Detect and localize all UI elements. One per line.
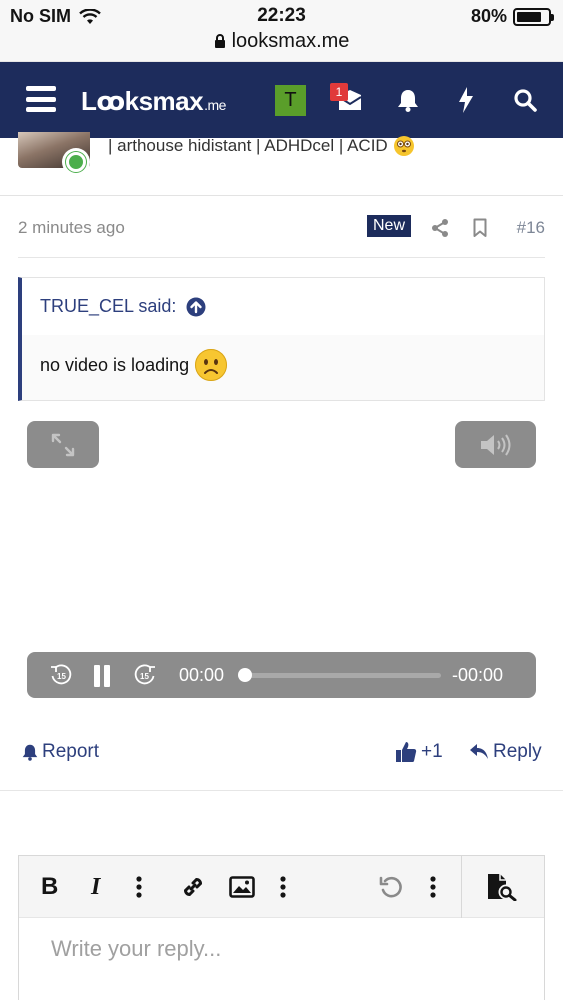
seek-handle[interactable] (238, 668, 252, 682)
sad-face-emoji-icon (195, 349, 228, 381)
url-text: looksmax.me (231, 30, 350, 52)
user-avatar[interactable]: T (275, 85, 306, 116)
volume-button[interactable] (455, 421, 536, 468)
thumbs-up-icon (396, 742, 417, 762)
toolbar-divider (461, 856, 462, 918)
search-icon[interactable] (508, 84, 542, 116)
quote-text: no video is loading (40, 354, 190, 375)
elapsed-time: 00:00 (179, 665, 225, 685)
image-icon[interactable] (229, 873, 255, 901)
more-options-icon[interactable] (136, 873, 142, 901)
battery-percent: 80% (470, 6, 507, 26)
lock-icon (214, 34, 225, 48)
preview-icon[interactable] (486, 873, 518, 901)
link-icon[interactable] (180, 873, 206, 901)
logo-suffix: .me (204, 97, 226, 113)
bold-button[interactable]: B (41, 873, 58, 901)
share-icon[interactable] (428, 216, 452, 240)
undo-icon[interactable] (379, 873, 403, 901)
bell-icon (22, 744, 38, 761)
svg-text:15: 15 (57, 672, 66, 681)
status-bar: No SIM 22:23 80% looksmax.me (0, 0, 563, 62)
post-meta: 2 minutes ago New #16 (18, 210, 545, 258)
quote-header[interactable]: TRUE_CEL said: (22, 278, 544, 335)
editor-toolbar: B I (19, 856, 544, 918)
post-number[interactable]: #16 (517, 218, 545, 238)
video-controls: 15 15 00:00 -00:00 (27, 652, 536, 698)
reply-button[interactable]: Reply (469, 741, 542, 763)
italic-button[interactable]: I (91, 873, 100, 901)
report-label: Report (42, 741, 100, 762)
menu-icon[interactable] (26, 86, 56, 112)
bell-icon[interactable] (391, 84, 425, 116)
more-options-icon[interactable] (280, 873, 286, 901)
quote-block: TRUE_CEL said: no video is loading (18, 277, 545, 401)
reply-editor: B I Write your reply... (18, 855, 545, 1000)
pause-icon (94, 665, 110, 687)
inbox-badge: 1 (330, 83, 348, 101)
pause-button[interactable] (93, 665, 111, 687)
bookmark-icon[interactable] (468, 216, 492, 240)
skip-forward-icon[interactable]: 15 (133, 663, 157, 687)
like-button[interactable]: +1 (395, 741, 443, 763)
address-bar[interactable]: looksmax.me (0, 30, 563, 53)
new-badge: New (367, 215, 412, 237)
remaining-time: -00:00 (452, 665, 504, 685)
bolt-icon[interactable] (449, 84, 483, 116)
logo-text: Lꝏksmax (81, 86, 204, 116)
battery-icon (513, 7, 554, 26)
flushed-emoji-icon (393, 136, 414, 156)
like-count: +1 (421, 741, 443, 762)
reply-arrow-icon (470, 744, 488, 759)
expand-icon (51, 433, 75, 456)
signature-text: | arthouse hidistant | ADHDcel | ACID (108, 136, 388, 155)
speaker-icon (480, 433, 510, 456)
quote-author[interactable]: TRUE_CEL said: (40, 296, 176, 317)
more-options-icon[interactable] (430, 873, 436, 901)
svg-text:15: 15 (140, 672, 149, 681)
previous-post-footer: | arthouse hidistant | ADHDcel | ACID (0, 132, 563, 196)
seek-track[interactable] (245, 673, 441, 678)
site-logo[interactable]: Lꝏksmax .me (81, 86, 226, 117)
fullscreen-button[interactable] (27, 421, 99, 468)
battery-status: 80% (470, 6, 554, 27)
online-indicator-icon (62, 148, 90, 176)
skip-back-icon[interactable]: 15 (49, 663, 73, 687)
arrow-up-circle-icon[interactable] (186, 297, 206, 317)
reply-label: Reply (493, 741, 542, 762)
report-button[interactable]: Report (22, 741, 99, 763)
post-actions: Report +1 Reply (0, 733, 563, 791)
forum-navbar: Lꝏksmax .me T (0, 62, 563, 138)
post-timestamp[interactable]: 2 minutes ago (18, 218, 125, 238)
reply-input[interactable]: Write your reply... (51, 936, 221, 962)
user-signature: | arthouse hidistant | ADHDcel | ACID (108, 136, 414, 156)
quote-body: no video is loading (22, 335, 544, 395)
